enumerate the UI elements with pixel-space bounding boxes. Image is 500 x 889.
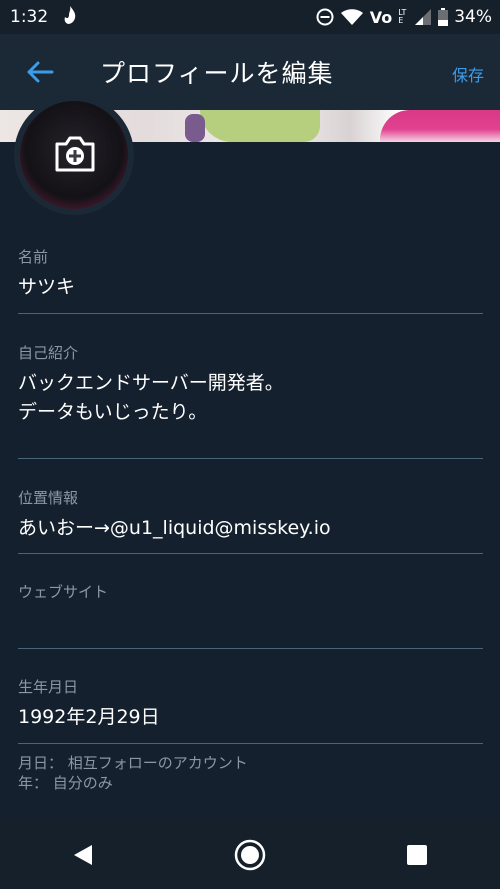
banner-art-green xyxy=(200,110,320,142)
system-nav-bar xyxy=(0,820,500,889)
name-field[interactable]: 名前 サツキ xyxy=(18,246,483,314)
birthday-input[interactable]: 1992年2月29日 xyxy=(18,703,483,732)
status-time: 1:32 xyxy=(10,7,49,27)
nav-home-button[interactable] xyxy=(220,825,280,885)
arrow-left-icon xyxy=(27,61,54,83)
triangle-back-icon xyxy=(74,844,93,865)
banner-art-purple xyxy=(185,114,205,142)
status-bar: 1:32 Vo LTE 34% xyxy=(0,0,500,34)
dnd-icon xyxy=(316,8,334,26)
signal-icon xyxy=(414,8,432,26)
camera-plus-icon xyxy=(55,136,95,172)
avatar[interactable] xyxy=(14,95,134,215)
bio-input[interactable]: バックエンドサーバー開発者。 データもいじったり。 xyxy=(18,369,483,427)
website-label: ウェブサイト xyxy=(18,583,109,601)
banner-art-pink xyxy=(380,110,500,142)
name-label: 名前 xyxy=(18,248,49,266)
wifi-icon xyxy=(340,8,364,26)
birthday-note-year: 年： 自分のみ xyxy=(18,774,113,792)
bio-label: 自己紹介 xyxy=(18,344,79,362)
save-button[interactable]: 保存 xyxy=(452,62,484,86)
birthday-visibility-notes: 月日： 相互フォローのアカウント 年： 自分のみ xyxy=(18,753,248,793)
name-input[interactable]: サツキ xyxy=(18,273,483,302)
nav-recents-button[interactable] xyxy=(387,825,447,885)
birthday-note-monthday: 月日： 相互フォローのアカウント xyxy=(18,754,248,772)
nav-back-button[interactable] xyxy=(53,825,113,885)
lte-label: LTE xyxy=(398,8,407,25)
battery-icon xyxy=(438,8,449,26)
bio-field[interactable]: 自己紹介 バックエンドサーバー開発者。 データもいじったり。 xyxy=(18,342,483,459)
battery-percent: 34% xyxy=(454,7,492,27)
birthday-label: 生年月日 xyxy=(18,678,79,696)
location-label: 位置情報 xyxy=(18,489,79,507)
birthday-field[interactable]: 生年月日 1992年2月29日 xyxy=(18,676,483,744)
volte-label: Vo xyxy=(369,7,393,27)
flame-icon xyxy=(62,5,78,30)
circle-home-icon xyxy=(234,839,266,870)
page-title: プロフィールを編集 xyxy=(100,59,334,88)
location-field[interactable]: 位置情報 あいおー→@u1_liquid@misskey.io xyxy=(18,487,483,554)
square-recents-icon xyxy=(406,844,427,865)
website-field[interactable]: ウェブサイト xyxy=(18,581,483,649)
location-input[interactable]: あいおー→@u1_liquid@misskey.io xyxy=(18,514,483,543)
